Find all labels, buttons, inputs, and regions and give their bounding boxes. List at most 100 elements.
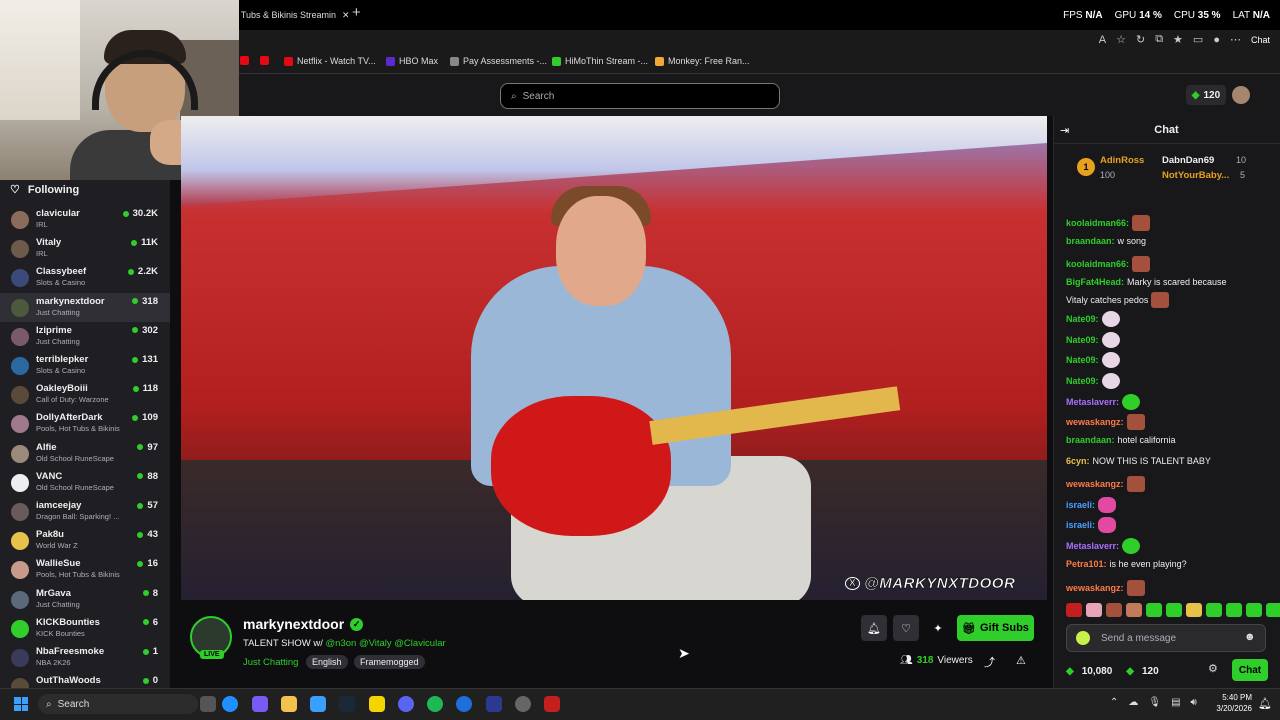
chat-username[interactable]: Metaslaverr:: [1066, 397, 1119, 407]
chat-badge-icon[interactable]: [1076, 631, 1090, 645]
bookmark-youtube-icon[interactable]: [260, 56, 269, 65]
refresh-icon[interactable]: ↻: [1136, 33, 1145, 46]
chat-username[interactable]: braandaan:: [1066, 236, 1115, 246]
notification-icon[interactable]: 🔔︎: [1258, 697, 1272, 710]
bookmark-hbo[interactable]: HBO Max: [386, 56, 438, 66]
microphone-icon[interactable]: 🎙︎: [1148, 697, 1161, 708]
bookmark-himothin[interactable]: HiMoThin Stream -...: [552, 56, 648, 66]
favorites-icon[interactable]: ★: [1173, 33, 1183, 46]
settings-app-icon[interactable]: [515, 696, 531, 712]
sidebar-channel[interactable]: Vitaly IRL 11K: [0, 234, 170, 263]
chat-message-input[interactable]: Send a message: [1066, 624, 1266, 652]
chat-username[interactable]: israeli:: [1066, 520, 1095, 530]
chat-username[interactable]: Petra101:: [1066, 559, 1107, 569]
app-icon[interactable]: [456, 696, 472, 712]
chat-username[interactable]: koolaidman66:: [1066, 218, 1129, 228]
sidebar-channel[interactable]: Alfie Old School RuneScape 97: [0, 439, 170, 468]
notification-bell-button[interactable]: 🔔︎: [861, 615, 887, 641]
user-avatar[interactable]: [1232, 86, 1250, 104]
chat-username[interactable]: BigFat4Head:: [1066, 277, 1124, 287]
stream-category[interactable]: Just Chatting: [243, 657, 298, 668]
points-badge[interactable]: ◆ 120: [1186, 85, 1226, 105]
sidebar-channel[interactable]: markynextdoor Just Chatting 318: [0, 292, 170, 322]
chat-username[interactable]: israeli:: [1066, 500, 1095, 510]
sidebar-channel[interactable]: DollyAfterDark Pools, Hot Tubs & Bikinis 1…: [0, 409, 170, 438]
chat-settings-icon[interactable]: ⚙: [1208, 662, 1218, 675]
more-icon[interactable]: ⋯: [1230, 33, 1241, 46]
chevron-up-icon[interactable]: ⌃: [1110, 697, 1118, 708]
chat-username[interactable]: wewaskangz:: [1066, 417, 1124, 427]
share-icon[interactable]: ⤴: [984, 654, 995, 670]
emote-icon[interactable]: [1226, 603, 1242, 617]
chat-username[interactable]: Metaslaverr:: [1066, 541, 1119, 551]
emoji-picker-icon[interactable]: ☻: [1244, 631, 1256, 643]
chat-username[interactable]: Nate09:: [1066, 355, 1099, 365]
stream-title-mentions[interactable]: @n3on @Vitaly @Clavicular: [326, 638, 446, 649]
search-input[interactable]: ⌕ Search: [500, 83, 780, 109]
sparkle-button[interactable]: ✦: [925, 615, 951, 641]
spotify-icon[interactable]: [427, 696, 443, 712]
sidebar-channel[interactable]: MrGava Just Chatting 8: [0, 585, 170, 614]
chat-username[interactable]: wewaskangz:: [1066, 479, 1124, 489]
bookmark-pay-assessments[interactable]: Pay Assessments -...: [450, 56, 547, 66]
edge-icon[interactable]: [222, 696, 238, 712]
sidebar-channel[interactable]: terriblepker Slots & Casino 131: [0, 351, 170, 380]
collections-icon[interactable]: ▭: [1193, 33, 1203, 46]
chat-username[interactable]: braandaan:: [1066, 435, 1115, 445]
onedrive-icon[interactable]: ☁: [1128, 697, 1138, 708]
windows-start-icon[interactable]: [14, 697, 28, 711]
read-aloud-icon[interactable]: A: [1099, 34, 1106, 46]
streamer-name[interactable]: markynextdoor ✓: [243, 616, 364, 632]
leaderboard-third-name[interactable]: NotYourBaby...: [1162, 170, 1229, 181]
network-icon[interactable]: ▤: [1171, 697, 1180, 708]
chat-username[interactable]: wewaskangz:: [1066, 583, 1124, 593]
sidebar-channel[interactable]: KICKBounties KICK Bounties 6: [0, 614, 170, 643]
emote-icon[interactable]: [1266, 603, 1280, 617]
leaderboard-first-name[interactable]: AdinRoss: [1100, 155, 1144, 166]
emote-icon[interactable]: [1066, 603, 1082, 617]
steam-icon[interactable]: [339, 696, 355, 712]
extensions-icon[interactable]: ⧉: [1155, 33, 1163, 46]
emote-icon[interactable]: [1086, 603, 1102, 617]
sidebar-channel[interactable]: WallieSue Pools, Hot Tubs & Bikinis 16: [0, 555, 170, 584]
video-player[interactable]: [181, 116, 1047, 600]
leaderboard-second-name[interactable]: DabnDan69: [1162, 155, 1214, 166]
chat-username[interactable]: Nate09:: [1066, 335, 1099, 345]
tag-english[interactable]: English: [306, 655, 348, 669]
sidebar-channel[interactable]: iamceejay Dragon Ball: Sparking! ... 57: [0, 497, 170, 526]
malwarebytes-icon[interactable]: [486, 696, 502, 712]
discord-icon[interactable]: [398, 696, 414, 712]
sidebar-channel[interactable]: OakleyBoiii Call of Duty: Warzone 118: [0, 380, 170, 409]
taskbar-search[interactable]: ⌕ Search: [38, 694, 198, 714]
emote-icon[interactable]: [1146, 603, 1162, 617]
sidebar-channel[interactable]: Pak8u World War Z 43: [0, 526, 170, 555]
close-tab-icon[interactable]: ✕: [342, 10, 348, 21]
speaker-icon[interactable]: 🔊︎: [1191, 697, 1197, 708]
chat-username[interactable]: 6cyn:: [1066, 456, 1090, 466]
chat-username[interactable]: koolaidman66:: [1066, 259, 1129, 269]
sidebar-channel[interactable]: Classybeef Slots & Casino 2.2K: [0, 263, 170, 292]
gift-subs-button[interactable]: 🎁︎ Gift Subs: [957, 615, 1034, 641]
emote-icon[interactable]: [1166, 603, 1182, 617]
emote-icon[interactable]: [1106, 603, 1122, 617]
chat-username[interactable]: Nate09:: [1066, 376, 1099, 386]
emote-icon[interactable]: [1246, 603, 1262, 617]
bookmark-monkey[interactable]: Monkey: Free Ran...: [655, 56, 750, 66]
taskbar-clock[interactable]: 5:40 PM 3/20/2026: [1210, 692, 1252, 714]
emote-icon[interactable]: [1186, 603, 1202, 617]
sidebar-channel[interactable]: VANC Old School RuneScape 88: [0, 468, 170, 497]
copilot-chat-button[interactable]: Chat: [1251, 35, 1270, 45]
favorite-star-icon[interactable]: ☆: [1116, 33, 1126, 46]
browser-tab[interactable]: t Tubs & Bikinis Streamin ✕: [236, 4, 348, 26]
notes-icon[interactable]: [369, 696, 385, 712]
sidebar-channel[interactable]: Iziprime Just Chatting 302: [0, 322, 170, 351]
profile-icon[interactable]: ●: [1213, 34, 1220, 46]
report-icon[interactable]: ⚠: [1016, 654, 1026, 667]
follow-button[interactable]: ♡: [893, 615, 919, 641]
copilot-icon[interactable]: [252, 696, 268, 712]
bookmark-icon-a[interactable]: [240, 56, 249, 65]
snipping-tool-icon[interactable]: [544, 696, 560, 712]
emote-icon[interactable]: [1206, 603, 1222, 617]
tag-framemogged[interactable]: Framemogged: [354, 655, 425, 669]
sidebar-channel[interactable]: clavicular IRL 30.2K: [0, 205, 170, 234]
